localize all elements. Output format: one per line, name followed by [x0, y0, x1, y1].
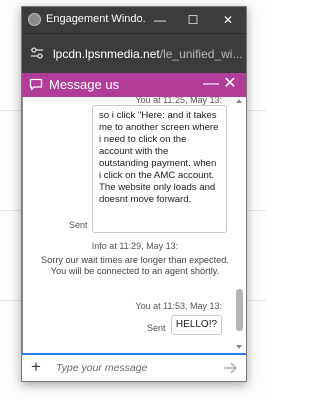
send-arrow-icon[interactable]	[222, 359, 238, 377]
message-status: Sent	[69, 220, 88, 230]
info-timestamp: Info at 11:29, May 13:	[91, 241, 179, 251]
minimize-window-button[interactable]: —	[146, 7, 174, 33]
site-settings-icon[interactable]	[30, 46, 44, 60]
minimize-chat-button[interactable]: —	[203, 74, 219, 94]
message-timestamp: You at 11:25, May 13:	[135, 97, 222, 105]
scroll-down-arrow-icon[interactable]	[236, 345, 242, 349]
close-chat-button[interactable]: ✕	[221, 74, 239, 94]
chat-title: Message us	[49, 77, 120, 92]
url-domain: lpcdn.lpsnmedia.net	[53, 47, 160, 61]
scroll-up-arrow-icon[interactable]	[236, 99, 242, 103]
chat-bubble-icon	[29, 78, 43, 91]
message-composer: +	[22, 353, 246, 381]
url-text[interactable]: lpcdn.lpsnmedia.net/le_unified_wi...	[53, 47, 243, 61]
message-timestamp: You at 11:53, May 13:	[135, 301, 222, 311]
window-title: Engagement Windo...	[46, 13, 146, 25]
user-message-bubble: so i click "Here: and it takes me to ano…	[92, 105, 227, 233]
scrollbar-thumb[interactable]	[236, 289, 243, 331]
browser-icon	[28, 13, 41, 26]
message-status: Sent	[147, 323, 166, 333]
engagement-window: Engagement Windo... — ☐ ✕ lpcdn.lpsnmedi…	[21, 6, 247, 382]
url-path: /le_unified_wi...	[159, 47, 243, 61]
info-message: Sorry our wait times are longer than exp…	[41, 255, 229, 276]
plus-icon[interactable]: +	[28, 357, 44, 377]
window-titlebar[interactable]: Engagement Windo... — ☐ ✕	[22, 7, 246, 33]
user-message-bubble: HELLO!?	[171, 315, 222, 335]
message-input[interactable]	[54, 359, 214, 377]
chat-header: Message us — ✕	[22, 73, 246, 97]
message-list[interactable]: You at 11:25, May 13: so i click "Here: …	[22, 97, 246, 353]
close-window-button[interactable]: ✕	[214, 7, 242, 33]
scrollbar[interactable]	[233, 97, 245, 353]
address-bar[interactable]: lpcdn.lpsnmedia.net/le_unified_wi...	[22, 33, 246, 73]
maximize-window-button[interactable]: ☐	[179, 7, 207, 33]
